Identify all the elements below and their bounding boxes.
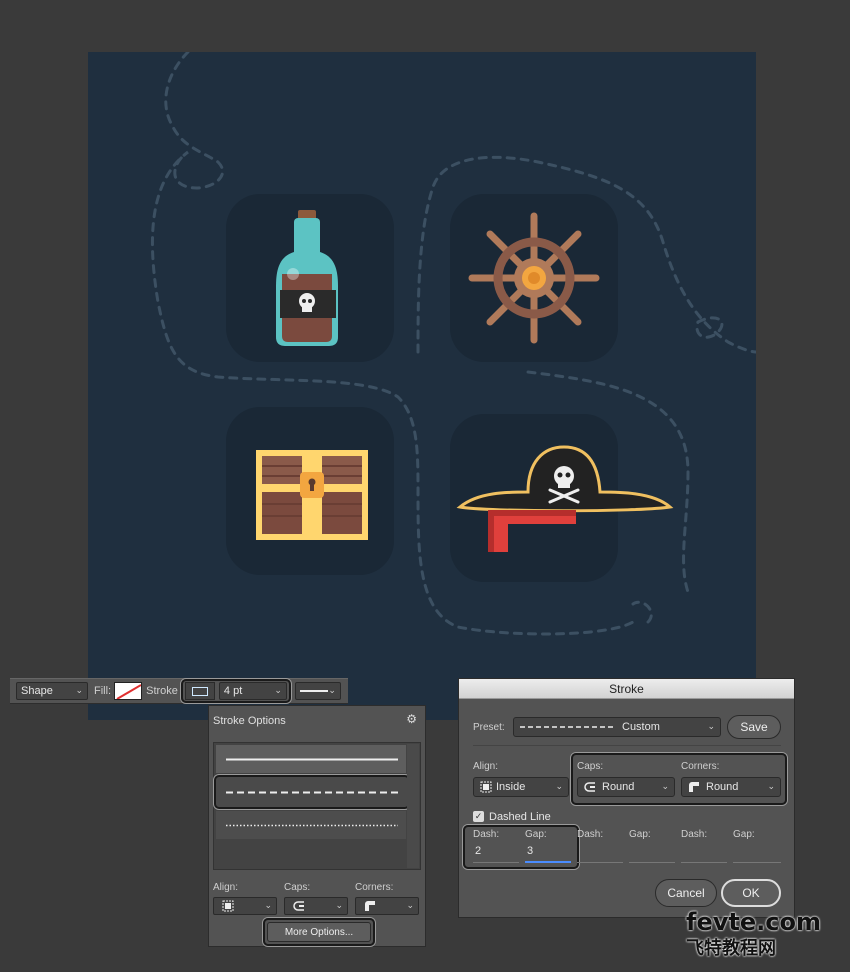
corners-value: Round xyxy=(706,781,739,793)
round-cap-icon xyxy=(293,901,304,911)
caps-value: Round xyxy=(602,781,635,793)
chevron-down-icon: ⌄ xyxy=(661,781,669,791)
artboard-canvas[interactable] xyxy=(88,52,756,720)
dialog-title: Stroke xyxy=(459,679,794,699)
preset-dotted[interactable] xyxy=(216,811,406,839)
no-fill-icon xyxy=(116,684,142,699)
dashed-line-label: Dashed Line xyxy=(489,811,551,823)
align-label: Align: xyxy=(213,882,239,893)
dash-field-2[interactable] xyxy=(577,845,623,863)
round-corner-icon xyxy=(365,901,375,911)
preset-scrollbar[interactable] xyxy=(407,744,419,868)
dash-label-3: Dash: xyxy=(681,829,708,840)
ship-wheel-icon xyxy=(468,212,600,344)
gap-field-2[interactable] xyxy=(629,845,675,863)
preset-solid[interactable] xyxy=(216,745,406,773)
watermark-chinese: 飞特教程网 xyxy=(686,938,776,959)
treasure-chest-icon xyxy=(256,450,368,540)
preset-select[interactable]: Custom ⌄ xyxy=(513,717,721,737)
watermark-site: fevte.com xyxy=(686,908,821,936)
align-value: Inside xyxy=(496,781,526,793)
cancel-button[interactable]: Cancel xyxy=(655,879,717,907)
watermark: fevte.com 飞特教程网 xyxy=(686,908,836,964)
dashed-line-icon xyxy=(520,726,616,728)
dashed-line-checkbox[interactable]: ✓ xyxy=(473,811,484,822)
chevron-down-icon: ⌄ xyxy=(328,685,336,695)
chevron-down-icon: ⌄ xyxy=(767,781,775,791)
corners-select[interactable]: Round ⌄ xyxy=(681,777,781,797)
align-label: Align: xyxy=(473,761,499,772)
gear-icon[interactable]: ⚙ xyxy=(406,712,417,726)
divider xyxy=(473,745,781,746)
solid-line-icon xyxy=(226,758,398,761)
tool-mode-label: Shape xyxy=(21,685,53,697)
stroke-options-panel: Stroke Options ⚙ Align: Caps: Corners: ⌄… xyxy=(208,705,426,947)
gap-field-3[interactable] xyxy=(733,845,781,863)
stroke-type-select[interactable]: ⌄ xyxy=(294,682,341,700)
align-inside-icon xyxy=(222,900,234,912)
shape-options-bar: Shape ⌄ Fill: Stroke 4 pt ⌄ ⌄ xyxy=(10,678,348,704)
save-button[interactable]: Save xyxy=(727,715,781,739)
stroke-width-value: 4 pt xyxy=(223,685,243,697)
chevron-down-icon: ⌄ xyxy=(406,900,414,910)
stroke-dialog: Stroke Preset: Custom ⌄ Save Align: Insi… xyxy=(458,678,795,918)
stroke-color-icon xyxy=(191,686,208,696)
ok-button[interactable]: OK xyxy=(721,879,781,907)
solid-line-icon xyxy=(299,690,328,692)
corners-label: Corners: xyxy=(681,761,720,772)
dash-label-2: Dash: xyxy=(577,829,604,840)
fill-label: Fill: xyxy=(94,685,112,697)
round-cap-icon xyxy=(584,782,595,792)
align-select[interactable]: ⌄ xyxy=(213,897,277,915)
stroke-preset-list xyxy=(213,742,421,870)
caps-select[interactable]: ⌄ xyxy=(284,897,348,915)
corners-select[interactable]: ⌄ xyxy=(355,897,419,915)
dash-field-1[interactable]: 2 xyxy=(473,845,519,863)
gap-label-1: Gap: xyxy=(525,829,547,840)
preset-dashed[interactable] xyxy=(214,775,410,809)
round-corner-icon xyxy=(689,782,699,792)
gap-field-1[interactable]: 3 xyxy=(525,845,571,863)
chevron-down-icon: ⌄ xyxy=(555,781,563,791)
gap-label-2: Gap: xyxy=(629,829,651,840)
preset-value: Custom xyxy=(622,721,660,733)
gap-label-3: Gap: xyxy=(733,829,755,840)
dash-label-1: Dash: xyxy=(473,829,500,840)
caps-label: Caps: xyxy=(577,761,604,772)
stroke-label: Stroke xyxy=(146,685,178,697)
align-inside-icon xyxy=(480,781,492,793)
caps-label: Caps: xyxy=(284,882,311,893)
dotted-line-icon xyxy=(226,824,398,827)
dashed-line-icon xyxy=(226,791,398,794)
align-select[interactable]: Inside ⌄ xyxy=(473,777,569,797)
caps-select[interactable]: Round ⌄ xyxy=(577,777,675,797)
tool-mode-select[interactable]: Shape ⌄ xyxy=(16,682,88,700)
chevron-down-icon: ⌄ xyxy=(75,685,83,695)
fill-swatch[interactable] xyxy=(114,682,143,700)
dash-field-3[interactable] xyxy=(681,845,727,863)
stroke-options-title: Stroke Options xyxy=(213,715,286,727)
preset-label: Preset: xyxy=(473,722,505,733)
stroke-width-select[interactable]: 4 pt ⌄ xyxy=(218,682,287,700)
chevron-down-icon: ⌄ xyxy=(264,900,272,910)
chevron-down-icon: ⌄ xyxy=(707,721,715,731)
stroke-swatch[interactable] xyxy=(184,682,215,700)
chevron-down-icon: ⌄ xyxy=(274,685,282,695)
chevron-down-icon: ⌄ xyxy=(335,900,343,910)
pirate-illustration xyxy=(150,52,756,636)
corners-label: Corners: xyxy=(355,882,394,893)
stroke-settings-highlight: 4 pt ⌄ xyxy=(180,679,291,703)
more-options-button[interactable]: More Options... xyxy=(267,922,371,942)
